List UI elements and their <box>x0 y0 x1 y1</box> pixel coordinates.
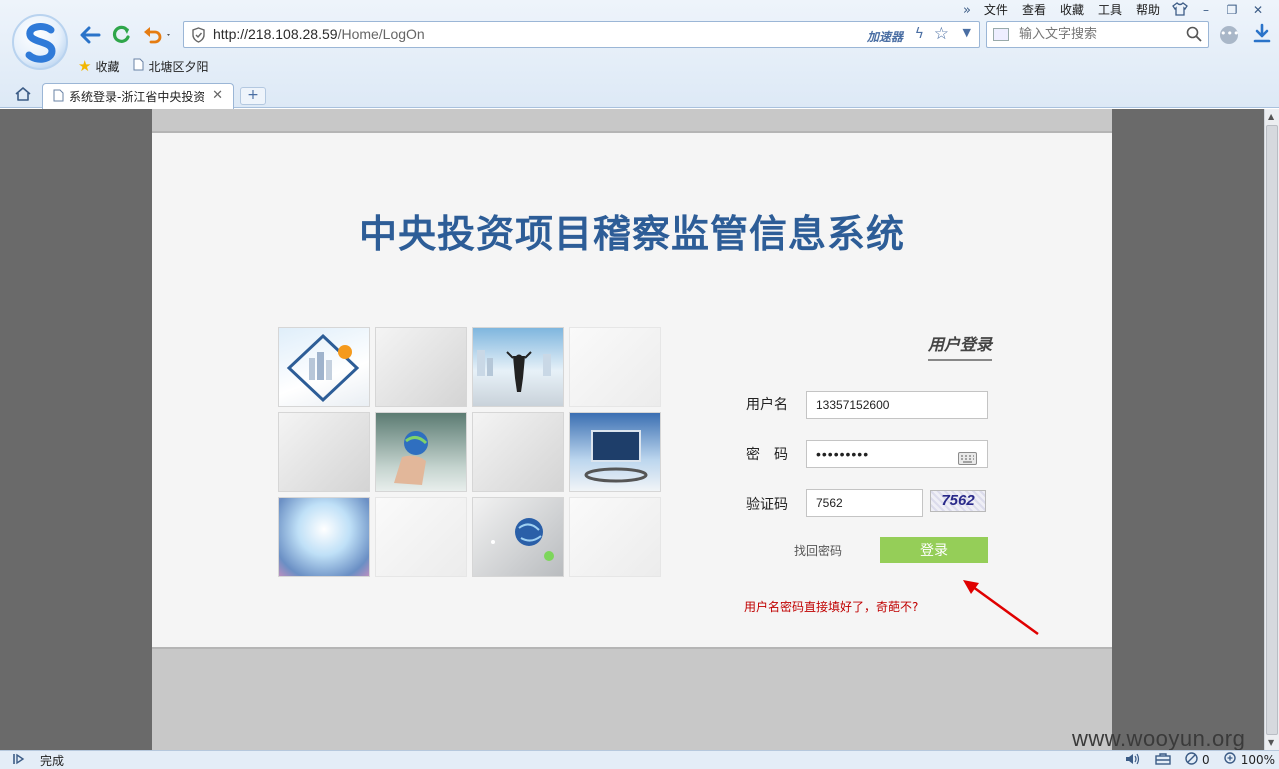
page-viewport: 中央投资项目稽察监管信息系统 用户登录 用户名 13357152600 密 码 … <box>0 109 1264 750</box>
undo-icon <box>144 27 170 44</box>
annotation-arrow-icon <box>963 580 1039 636</box>
bookmarks-bar: ★ 收藏 北塘区夕阳 <box>78 56 208 76</box>
tile-image-businessman <box>472 327 564 407</box>
zoom-level: 100% <box>1240 753 1275 767</box>
scroll-up-icon[interactable]: ▲ <box>1268 112 1274 121</box>
star-icon: ★ <box>78 57 92 75</box>
tile-image-globe-hand <box>375 412 467 492</box>
username-field[interactable]: 13357152600 <box>806 391 988 419</box>
tile-image-city-diamond <box>278 327 370 407</box>
lightning-icon[interactable]: ϟ <box>915 26 924 42</box>
tab-title: 系统登录-浙江省中央投资 <box>69 90 204 104</box>
search-box[interactable] <box>986 21 1209 48</box>
tab-active[interactable]: 系统登录-浙江省中央投资 ✕ <box>42 83 234 109</box>
download-icon[interactable] <box>1253 23 1271 46</box>
login-button[interactable]: 登录 <box>880 537 988 563</box>
page-margin-left <box>0 109 152 750</box>
url-host: http://218.108.28.59 <box>213 26 338 42</box>
zoom-control[interactable]: 100% <box>1223 752 1275 768</box>
menu-help[interactable]: 帮助 <box>1129 1 1167 19</box>
back-button[interactable] <box>77 22 103 48</box>
close-window-icon[interactable]: ✕ <box>1245 3 1271 17</box>
adblock-counter[interactable]: 0 <box>1185 752 1210 768</box>
close-tab-icon[interactable]: ✕ <box>212 88 223 103</box>
status-text: 完成 <box>40 754 65 768</box>
captcha-label: 验证码 <box>746 497 788 513</box>
annotation-note: 用户名密码直接填好了，奇葩不? <box>744 600 919 614</box>
accelerator-label[interactable]: 加速器 <box>867 28 903 45</box>
username-label: 用户名 <box>746 397 788 413</box>
undo-close-button[interactable] <box>140 22 174 48</box>
page-icon <box>133 58 144 74</box>
volume-icon[interactable] <box>1125 753 1141 768</box>
restore-icon[interactable]: ❐ <box>1219 3 1245 17</box>
captcha-field[interactable]: 7562 <box>806 489 923 517</box>
tile-image-light-burst <box>278 497 370 577</box>
tile-blank <box>472 412 564 492</box>
home-icon[interactable] <box>14 86 32 105</box>
adblock-icon <box>1185 752 1198 768</box>
bookmark-label: 收藏 <box>95 59 120 74</box>
refresh-icon <box>112 25 130 43</box>
skin-shirt-icon[interactable] <box>1167 1 1193 19</box>
security-shield-icon <box>191 27 206 46</box>
tab-strip: 系统登录-浙江省中央投资 ✕ + <box>0 80 1279 109</box>
page-margin-right <box>1112 109 1264 750</box>
page-title: 中央投资项目稽察监管信息系统 <box>358 212 905 256</box>
vertical-scrollbar[interactable]: ▲ ▼ <box>1264 109 1279 750</box>
tile-image-screen-stand <box>569 412 661 492</box>
login-heading: 用户登录 <box>927 331 992 361</box>
scroll-down-icon[interactable]: ▼ <box>1268 738 1274 747</box>
more-menus-chevron-icon[interactable]: » <box>957 3 977 18</box>
more-tools-icon[interactable]: ••• <box>1220 26 1239 44</box>
zoom-icon <box>1223 752 1237 768</box>
favorite-star-icon[interactable]: ☆ <box>934 24 949 44</box>
menu-tools[interactable]: 工具 <box>1091 1 1129 19</box>
password-label: 密 码 <box>746 447 788 463</box>
scrollbar-thumb[interactable] <box>1266 125 1278 735</box>
minimize-icon[interactable]: – <box>1193 3 1219 17</box>
tile-blank <box>278 412 370 492</box>
dropdown-caret-icon[interactable]: ▼ <box>963 26 971 39</box>
url-text[interactable]: http://218.108.28.59/Home/LogOn <box>213 26 425 42</box>
browser-chrome: » 文件 查看 收藏 工具 帮助 – ❐ ✕ http://218.108.28… <box>0 0 1279 109</box>
password-dots: ••••••••• <box>816 446 870 462</box>
tile-blank <box>375 327 467 407</box>
sidebar-toggle-icon[interactable] <box>12 753 26 768</box>
menu-bar: » 文件 查看 收藏 工具 帮助 – ❐ ✕ <box>957 1 1271 19</box>
refresh-button[interactable] <box>108 22 134 48</box>
password-field[interactable]: ••••••••• <box>806 440 988 468</box>
tile-blank <box>569 497 661 577</box>
image-search-icon[interactable] <box>993 28 1009 41</box>
bookmark-favorites[interactable]: ★ 收藏 <box>78 57 119 75</box>
image-tile-grid <box>278 327 662 577</box>
url-path: /Home/LogOn <box>337 26 425 42</box>
page-icon <box>53 89 64 105</box>
tile-blank <box>569 327 661 407</box>
menu-file[interactable]: 文件 <box>977 1 1015 19</box>
bookmark-beitang[interactable]: 北塘区夕阳 <box>133 58 208 75</box>
watermark: www.wooyun.org <box>1072 726 1246 751</box>
browser-logo-icon[interactable] <box>12 14 68 70</box>
status-bar: 完成 0 100% <box>0 750 1279 769</box>
forgot-password-link[interactable]: 找回密码 <box>794 542 842 559</box>
search-icon[interactable] <box>1186 26 1202 45</box>
captcha-image[interactable]: 7562 <box>930 490 986 512</box>
menu-view[interactable]: 查看 <box>1015 1 1053 19</box>
tile-image-globe <box>472 497 564 577</box>
back-arrow-icon <box>80 26 101 44</box>
toolbox-icon[interactable] <box>1155 752 1171 768</box>
keyboard-icon[interactable] <box>958 447 977 473</box>
address-bar[interactable]: http://218.108.28.59/Home/LogOn 加速器 ϟ ☆ … <box>183 21 980 48</box>
adblock-count: 0 <box>1202 753 1210 767</box>
new-tab-button[interactable]: + <box>240 87 266 105</box>
search-input[interactable] <box>1019 25 1179 44</box>
menu-favorites[interactable]: 收藏 <box>1053 1 1091 19</box>
tile-blank <box>375 497 467 577</box>
bookmark-label: 北塘区夕阳 <box>148 59 209 74</box>
